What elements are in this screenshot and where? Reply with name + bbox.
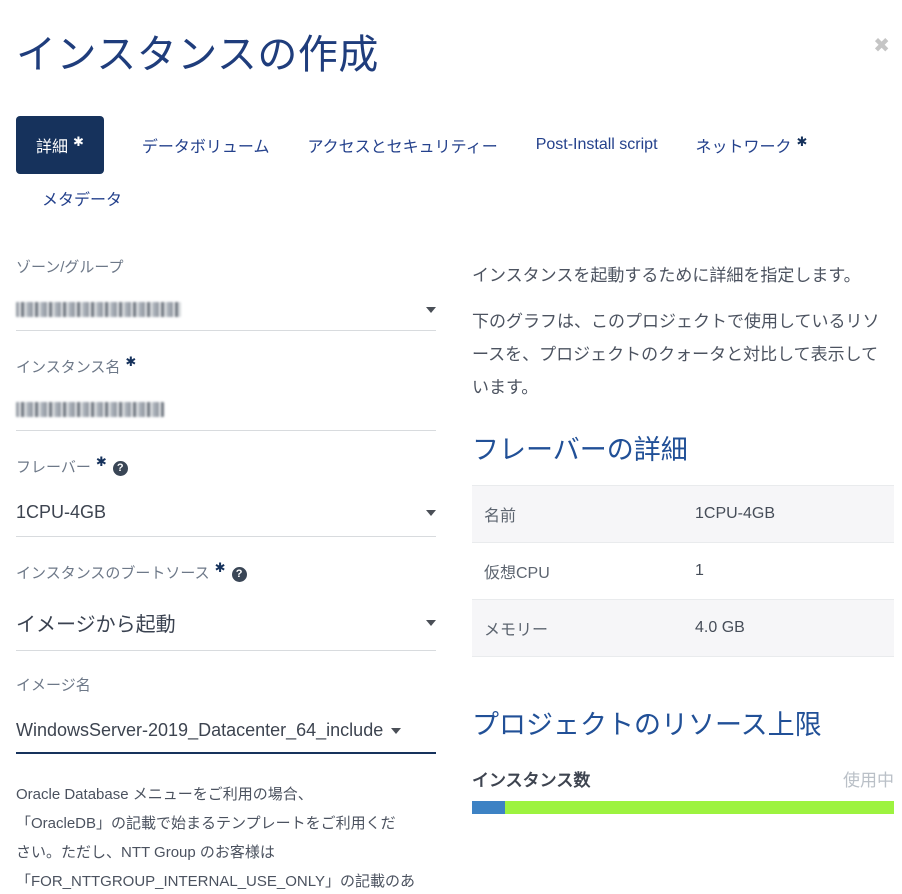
zone-group-select[interactable] <box>16 302 436 331</box>
table-row: 仮想CPU 1 <box>472 542 894 600</box>
flavor-field: フレーバー ✱? 1CPU-4GB <box>16 454 436 537</box>
flavor-label: フレーバー ✱? <box>16 454 436 477</box>
boot-source-label-text: インスタンスのブートソース <box>16 565 210 582</box>
flavor-value: 1CPU-4GB <box>16 502 107 522</box>
required-asterisk: ✱ <box>73 133 84 149</box>
flavor-name-label: 名前 <box>484 508 517 526</box>
zone-group-field: ゾーン/グループ <box>16 256 436 331</box>
image-help-note: Oracle Database メニューをご利用の場合、 「OracleDB」の… <box>16 786 415 890</box>
instance-name-value-redacted <box>16 402 164 417</box>
tab-bar: 詳細 ✱ データボリューム アクセスとセキュリティー Post-Install s… <box>16 116 886 220</box>
quota-used-segment <box>472 801 505 815</box>
image-name-field: イメージ名 WindowsServer-2019_Datacenter_64_i… <box>16 674 436 754</box>
help-icon[interactable]: ? <box>112 461 128 476</box>
flavor-details-table: 名前 1CPU-4GB 仮想CPU 1 メモリー 4.0 GB <box>472 485 894 657</box>
instance-name-label-text: インスタンス名 <box>16 359 121 376</box>
chevron-down-icon <box>426 509 436 516</box>
flavor-label-text: フレーバー <box>16 459 91 476</box>
vcpu-label: 仮想CPU <box>484 565 550 583</box>
boot-source-select[interactable]: イメージから起動 <box>16 608 436 651</box>
table-row: 名前 1CPU-4GB <box>472 485 894 543</box>
project-limits-heading: プロジェクトのリソース上限 <box>472 710 822 741</box>
flavor-name-value: 1CPU-4GB <box>695 505 776 523</box>
required-asterisk: ✱ <box>95 454 107 469</box>
tab-network[interactable]: ネットワーク ✱ <box>696 116 808 174</box>
chevron-down-icon <box>426 306 436 313</box>
table-row: メモリー 4.0 GB <box>472 599 894 657</box>
chevron-down-icon <box>391 727 402 734</box>
memory-value: 4.0 GB <box>695 619 745 637</box>
image-name-label: イメージ名 <box>16 677 91 694</box>
vcpu-value: 1 <box>695 562 704 580</box>
memory-label: メモリー <box>484 622 549 640</box>
panel-intro-text: インスタンスを起動するために詳細を指定します。 <box>472 266 861 285</box>
required-asterisk: ✱ <box>214 560 226 575</box>
tab-data-volume[interactable]: データボリューム <box>142 116 270 174</box>
zone-group-value-redacted <box>16 302 181 317</box>
in-use-label: 使用中 <box>843 771 894 791</box>
panel-quota-text: 下のグラフは、このプロジェクトで使用しているリソースを、プロジェクトのクォータと… <box>472 312 880 398</box>
help-panel: インスタンスを起動するために詳細を指定します。 下のグラフは、このプロジェクトで… <box>472 256 894 894</box>
tab-details[interactable]: 詳細 ✱ <box>16 116 104 174</box>
create-instance-dialog: ✖ インスタンスの作成 詳細 ✱ データボリューム アクセスとセキュリティー Po… <box>0 22 902 894</box>
instance-name-input[interactable] <box>16 402 436 431</box>
boot-source-value: イメージから起動 <box>16 614 176 636</box>
instance-form: ゾーン/グループ インスタンス名 ✱ フレーバー ✱? 1CPU-4GB インス… <box>16 256 436 894</box>
help-icon[interactable]: ? <box>231 567 247 582</box>
image-name-value: WindowsServer-2019_Datacenter_64_include <box>16 720 384 740</box>
required-asterisk: ✱ <box>125 354 137 369</box>
image-name-select[interactable]: WindowsServer-2019_Datacenter_64_include <box>16 720 436 754</box>
boot-source-field: インスタンスのブートソース ✱? イメージから起動 <box>16 560 436 651</box>
zone-group-label: ゾーン/グループ <box>16 259 124 276</box>
instance-name-field: インスタンス名 ✱ <box>16 354 436 431</box>
instance-quota-progress-bar <box>472 801 894 815</box>
instance-count-label: インスタンス数 <box>472 771 591 791</box>
tab-metadata[interactable]: メタデータ <box>42 176 122 220</box>
tab-network-label: ネットワーク <box>695 139 792 156</box>
chevron-down-icon <box>426 619 436 626</box>
instance-count-row: インスタンス数 使用中 <box>472 766 894 791</box>
flavor-details-heading: フレーバーの詳細 <box>472 435 688 466</box>
tab-access-security[interactable]: アクセスとセキュリティー <box>307 116 497 174</box>
tab-details-label: 詳細 <box>36 139 69 156</box>
required-asterisk: ✱ <box>796 133 808 149</box>
tab-post-install-script[interactable]: Post-Install script <box>536 119 658 171</box>
close-icon[interactable]: ✖ <box>873 36 890 56</box>
page-title: インスタンスの作成 <box>16 33 379 77</box>
instance-name-label: インスタンス名 ✱ <box>16 354 436 377</box>
flavor-select[interactable]: 1CPU-4GB <box>16 502 436 537</box>
boot-source-label: インスタンスのブートソース ✱? <box>16 560 436 583</box>
